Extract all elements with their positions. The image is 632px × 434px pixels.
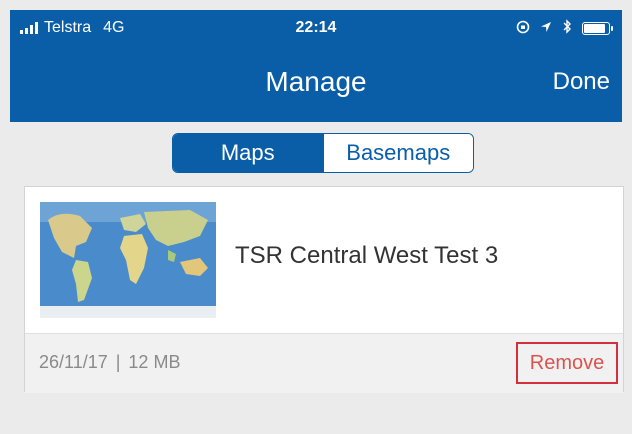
map-title: TSR Central West Test 3 (235, 242, 499, 269)
remove-button[interactable]: Remove (516, 342, 618, 384)
map-thumbnail (40, 202, 216, 318)
map-date: 26/11/17 (39, 352, 108, 372)
battery-icon (582, 22, 613, 35)
map-card-body: TSR Central West Test 3 (25, 187, 623, 333)
segmented-control: Maps Basemaps (172, 133, 474, 173)
map-meta: 26/11/17 | 12 MB (39, 352, 180, 373)
page-title: Manage (265, 66, 367, 97)
status-right (516, 19, 613, 38)
map-card[interactable]: TSR Central West Test 3 26/11/17 | 12 MB… (24, 186, 624, 393)
meta-separator: | (115, 352, 121, 372)
done-button[interactable]: Done (553, 68, 610, 96)
bluetooth-icon (562, 19, 572, 38)
map-size: 12 MB (128, 352, 181, 372)
lock-rotation-icon (516, 20, 530, 38)
location-icon (540, 20, 552, 37)
status-bar: Telstra 4G 22:14 (10, 10, 622, 48)
map-card-footer: 26/11/17 | 12 MB Remove (25, 333, 623, 393)
screen: Telstra 4G 22:14 Manage Done Maps Basema… (0, 0, 632, 434)
tab-maps[interactable]: Maps (173, 134, 323, 172)
tab-basemaps[interactable]: Basemaps (322, 134, 473, 172)
nav-bar: Manage Done (10, 48, 622, 122)
